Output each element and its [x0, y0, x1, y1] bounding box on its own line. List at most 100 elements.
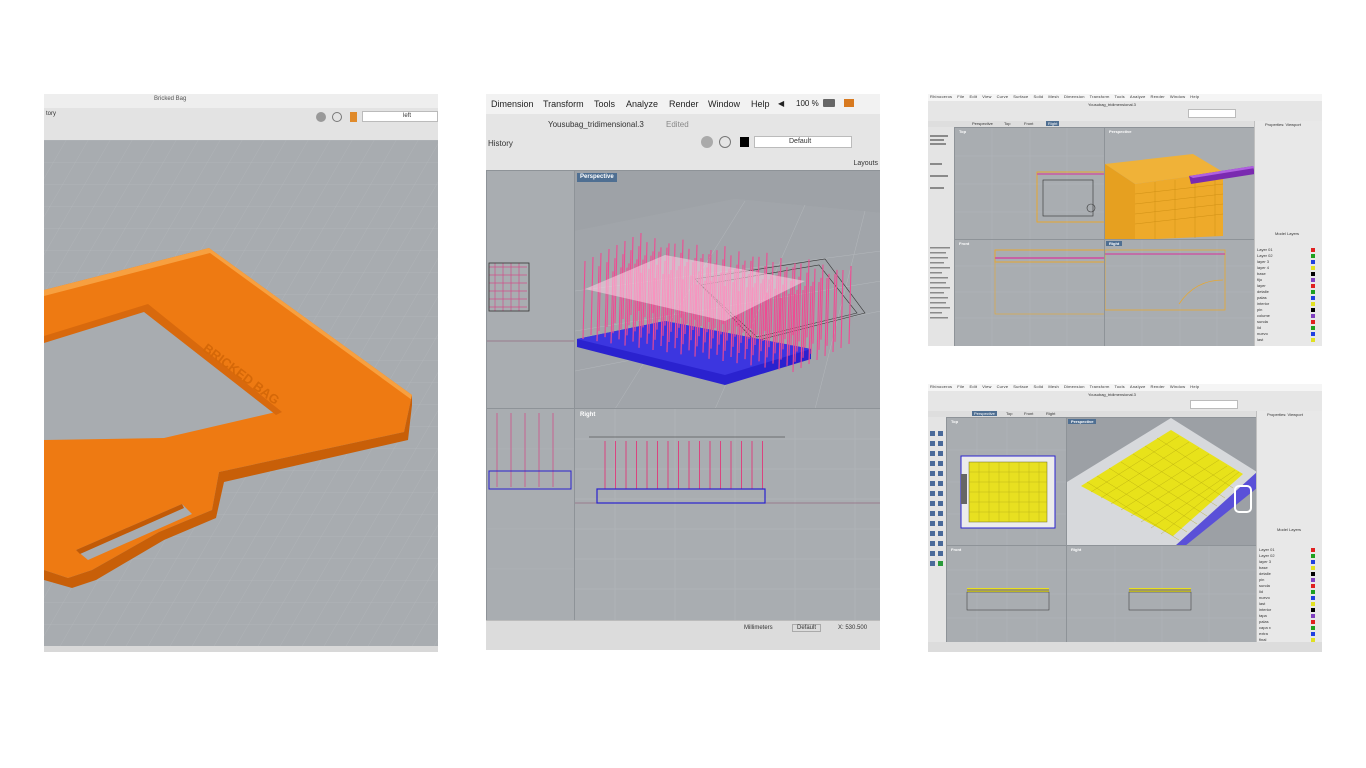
- perspective-viewport[interactable]: Perspective: [1104, 127, 1256, 241]
- status-layer[interactable]: Default: [792, 624, 822, 632]
- layer-color-swatch[interactable]: [1311, 578, 1315, 582]
- layer-color-swatch[interactable]: [1311, 554, 1315, 558]
- layer-color-swatch[interactable]: [1311, 332, 1315, 336]
- menu-item[interactable]: File: [957, 384, 964, 389]
- layer-color-swatch[interactable]: [1311, 326, 1315, 330]
- layer-color-swatch[interactable]: [1311, 266, 1315, 270]
- menu-tools[interactable]: Tools: [594, 99, 615, 109]
- layer-color-swatch[interactable]: [1311, 572, 1315, 576]
- layer-color-swatch[interactable]: [1311, 626, 1315, 630]
- layer-color-swatch[interactable]: [1311, 632, 1315, 636]
- menu-item[interactable]: Curve: [997, 384, 1009, 389]
- layer-color-swatch[interactable]: [1311, 620, 1315, 624]
- menu-analyze[interactable]: Analyze: [626, 99, 658, 109]
- layer-color-swatch[interactable]: [1311, 254, 1315, 258]
- gear-icon[interactable]: [701, 136, 713, 148]
- tab-top[interactable]: Top: [1006, 411, 1012, 416]
- menu-item[interactable]: Solid: [1033, 94, 1043, 99]
- menu-item[interactable]: Transform: [1090, 384, 1110, 389]
- tab-perspective[interactable]: Perspective: [972, 411, 997, 416]
- menu-item[interactable]: Tools: [1115, 94, 1125, 99]
- viewport-label-perspective[interactable]: Perspective: [1068, 419, 1097, 424]
- menu-dimension[interactable]: Dimension: [491, 99, 534, 109]
- layer-color-swatch[interactable]: [1311, 608, 1315, 612]
- layer-row[interactable]: last: [1257, 337, 1321, 343]
- layer-color-swatch[interactable]: [1311, 614, 1315, 618]
- layer-color-swatch[interactable]: [1311, 590, 1315, 594]
- menu-item[interactable]: File: [957, 94, 964, 99]
- menu-item[interactable]: Mesh: [1048, 94, 1059, 99]
- menu-window[interactable]: Window: [708, 99, 740, 109]
- layer-color-swatch[interactable]: [1311, 320, 1315, 324]
- layer-color-swatch[interactable]: [1311, 338, 1315, 342]
- layer-color-swatch[interactable]: [1311, 584, 1315, 588]
- layer-color-swatch[interactable]: [1311, 278, 1315, 282]
- menu-item[interactable]: Analyze: [1130, 384, 1146, 389]
- gear-icon[interactable]: [316, 112, 326, 122]
- menu-item[interactable]: Edit: [969, 384, 977, 389]
- layer-dropdown[interactable]: Default: [754, 136, 852, 148]
- layer-color-swatch[interactable]: [1311, 290, 1315, 294]
- layer-color-swatch[interactable]: [1311, 308, 1315, 312]
- menu-item[interactable]: Surface: [1013, 94, 1028, 99]
- layer-dropdown[interactable]: [1188, 109, 1236, 118]
- viewport-label-right[interactable]: Right: [577, 411, 598, 420]
- viewport-label-front[interactable]: Front: [948, 547, 964, 552]
- status-units[interactable]: Millimeters: [744, 625, 773, 631]
- layer-color-swatch[interactable]: [740, 137, 749, 147]
- viewport-label-top[interactable]: Top: [956, 129, 969, 134]
- menu-item[interactable]: Tools: [1115, 384, 1125, 389]
- top-viewport[interactable]: [486, 170, 576, 410]
- menu-help[interactable]: Help: [751, 99, 770, 109]
- menu-item[interactable]: Rhinoceros: [930, 94, 952, 99]
- tab-front[interactable]: Front: [1024, 121, 1033, 126]
- viewport-label-perspective[interactable]: Perspective: [1106, 129, 1134, 134]
- layer-color-swatch[interactable]: [1311, 566, 1315, 570]
- top-viewport[interactable]: Top: [954, 127, 1106, 241]
- menu-item[interactable]: Analyze: [1130, 94, 1146, 99]
- menu-item[interactable]: Solid: [1033, 384, 1043, 389]
- layer-color-swatch[interactable]: [1311, 272, 1315, 276]
- menu-item[interactable]: View: [982, 94, 991, 99]
- layouts-button[interactable]: Layouts: [853, 160, 878, 167]
- layer-color-swatch[interactable]: [350, 112, 357, 122]
- layer-color-swatch[interactable]: [1311, 560, 1315, 564]
- menu-item[interactable]: Surface: [1013, 384, 1028, 389]
- layer-color-swatch[interactable]: [1311, 602, 1315, 606]
- right-viewport[interactable]: Right: [1104, 239, 1256, 346]
- render-icon[interactable]: [719, 136, 731, 148]
- viewport-label-right[interactable]: Right: [1068, 547, 1084, 552]
- layer-color-swatch[interactable]: [1311, 638, 1315, 642]
- perspective-viewport[interactable]: BRICKED BAG: [44, 140, 438, 646]
- menu-item[interactable]: Edit: [969, 94, 977, 99]
- perspective-viewport[interactable]: Perspective: [574, 170, 880, 410]
- menu-render[interactable]: Render: [669, 99, 699, 109]
- layer-dropdown[interactable]: [1190, 400, 1238, 409]
- perspective-viewport[interactable]: Perspective: [1066, 417, 1258, 547]
- layer-color-swatch[interactable]: [1311, 596, 1315, 600]
- front-viewport[interactable]: [486, 408, 576, 622]
- menu-item[interactable]: Help: [1190, 94, 1199, 99]
- menu-item[interactable]: Rhinoceros: [930, 384, 952, 389]
- front-viewport[interactable]: Front: [946, 545, 1068, 644]
- menu-item[interactable]: Dimension: [1064, 94, 1085, 99]
- tab-front[interactable]: Front: [1024, 411, 1033, 416]
- menu-item[interactable]: Curve: [997, 94, 1009, 99]
- menu-item[interactable]: View: [982, 384, 991, 389]
- tab-perspective[interactable]: Perspective: [972, 121, 993, 126]
- menu-item[interactable]: Help: [1190, 384, 1199, 389]
- tab-top[interactable]: Top: [1004, 121, 1010, 126]
- layer-color-swatch[interactable]: [1311, 548, 1315, 552]
- menu-item[interactable]: Render: [1151, 94, 1165, 99]
- render-icon[interactable]: [332, 112, 342, 122]
- menu-item[interactable]: Dimension: [1064, 384, 1085, 389]
- layer-color-swatch[interactable]: [1311, 260, 1315, 264]
- layer-row[interactable]: final: [1259, 637, 1321, 643]
- menu-item[interactable]: Window: [1170, 94, 1185, 99]
- right-viewport[interactable]: Right: [1066, 545, 1258, 644]
- menu-item[interactable]: Mesh: [1048, 384, 1059, 389]
- viewport-label-right[interactable]: Right: [1106, 241, 1123, 246]
- layer-color-swatch[interactable]: [1311, 314, 1315, 318]
- front-viewport[interactable]: Front: [954, 239, 1106, 346]
- menu-transform[interactable]: Transform: [543, 99, 584, 109]
